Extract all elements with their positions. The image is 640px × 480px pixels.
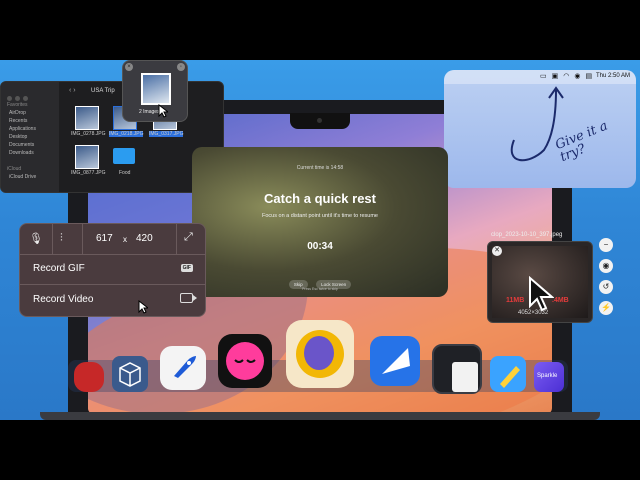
- finder-title: USA Trip: [91, 88, 115, 94]
- folder-icon[interactable]: [113, 148, 135, 164]
- sleep-face-icon[interactable]: [218, 334, 272, 388]
- sidebar-item-downloads[interactable]: Downloads: [9, 150, 34, 156]
- rest-reminder-window: Current time is 14:58 Catch a quick rest…: [192, 147, 448, 297]
- video-camera-icon: [180, 293, 197, 303]
- photo-stack-icon: [141, 73, 171, 105]
- sliders-icon[interactable]: ⫶: [60, 232, 63, 245]
- rest-heading: Catch a quick rest: [264, 191, 376, 206]
- countdown-timer: 00:34: [307, 241, 333, 252]
- finder-sidebar: Favorites AirDrop Recents Applications D…: [1, 82, 59, 192]
- sidebar-section-icloud: iCloud: [7, 166, 22, 172]
- close-icon[interactable]: ✕: [492, 246, 502, 256]
- sidebar-item-applications[interactable]: Applications: [9, 126, 36, 132]
- sidebar-item-airdrop[interactable]: AirDrop: [9, 110, 26, 116]
- camera-notch: [290, 113, 350, 129]
- minus-icon[interactable]: −: [599, 238, 613, 252]
- gif-icon: GIF: [180, 264, 193, 272]
- notes-icon[interactable]: [452, 362, 478, 392]
- drag-preview[interactable]: × ◦ 2 Images: [122, 60, 188, 122]
- sidebar-section-favorites: Favorites: [7, 102, 28, 108]
- original-size: 11MB: [506, 297, 525, 304]
- drag-count: 2 Images: [139, 109, 160, 115]
- sidebar-item-icloud-drive[interactable]: iCloud Drive: [9, 174, 36, 180]
- expand-icon[interactable]: ◦: [177, 63, 185, 71]
- sidebar-item-recents[interactable]: Recents: [9, 118, 27, 124]
- undo-icon[interactable]: ↺: [599, 280, 613, 294]
- current-time-text: Current time is 14:58: [296, 165, 344, 171]
- file-name: IMG_0278.JPG: [71, 131, 106, 137]
- cursor-icon: [529, 276, 554, 312]
- file-name: IMG_0877.JPG: [71, 170, 106, 176]
- height-field[interactable]: 420: [136, 233, 153, 244]
- width-field[interactable]: 617: [96, 233, 113, 244]
- sidebar-item-documents[interactable]: Documents: [9, 142, 34, 148]
- recorder-toolbar: 🎙 ⫶ 617 x 420 ⤢: [20, 224, 205, 255]
- pencil-icon[interactable]: [490, 356, 526, 392]
- record-video-row[interactable]: Record Video: [20, 285, 205, 315]
- cursor-icon: [138, 300, 148, 314]
- dimension-separator: x: [123, 235, 127, 244]
- box-icon[interactable]: [112, 356, 148, 392]
- eye-icon[interactable]: ◉: [599, 259, 613, 273]
- optimized-size: .4MB: [552, 297, 569, 304]
- recorder-panel: 🎙 ⫶ 617 x 420 ⤢ Record GIF GIF Record Vi…: [19, 223, 206, 317]
- file-name: IMG_0317.JPG: [149, 131, 184, 137]
- paint-icon[interactable]: [370, 336, 420, 386]
- expand-icon[interactable]: ⤢: [184, 231, 193, 244]
- folder-name: Food: [119, 170, 131, 176]
- rest-subtitle: Focus on a distant point until it's time…: [262, 213, 378, 219]
- sparkle-label: Sparkle: [537, 373, 558, 379]
- file-thumbnail[interactable]: [75, 106, 99, 130]
- bolt-icon[interactable]: ⚡: [599, 301, 613, 315]
- microphone-icon[interactable]: 🎙: [29, 232, 43, 245]
- laptop-base: [40, 412, 600, 420]
- back-forward-icon[interactable]: ‹ ›: [69, 87, 76, 94]
- close-icon[interactable]: ×: [125, 63, 133, 71]
- file-thumbnail[interactable]: [75, 145, 99, 169]
- rest-footer: Press Esc twice to skip: [302, 287, 338, 291]
- finder-window[interactable]: Favorites AirDrop Recents Applications D…: [0, 81, 224, 193]
- record-gif-label: Record GIF: [33, 263, 85, 274]
- cleaner-icon[interactable]: [74, 362, 104, 392]
- record-gif-row[interactable]: Record GIF GIF: [20, 254, 205, 284]
- record-video-label: Record Video: [33, 294, 94, 305]
- file-name: IMG_0218.JPG: [109, 131, 144, 137]
- sparkle-icon[interactable]: Sparkle: [534, 362, 564, 392]
- coin-icon[interactable]: [286, 320, 354, 388]
- cursor-icon: [158, 104, 168, 118]
- rocket-icon[interactable]: [160, 346, 206, 390]
- sidebar-item-desktop[interactable]: Desktop: [9, 134, 27, 140]
- screenshot-filename: clop_2023-10-10_397.jpeg: [491, 232, 563, 238]
